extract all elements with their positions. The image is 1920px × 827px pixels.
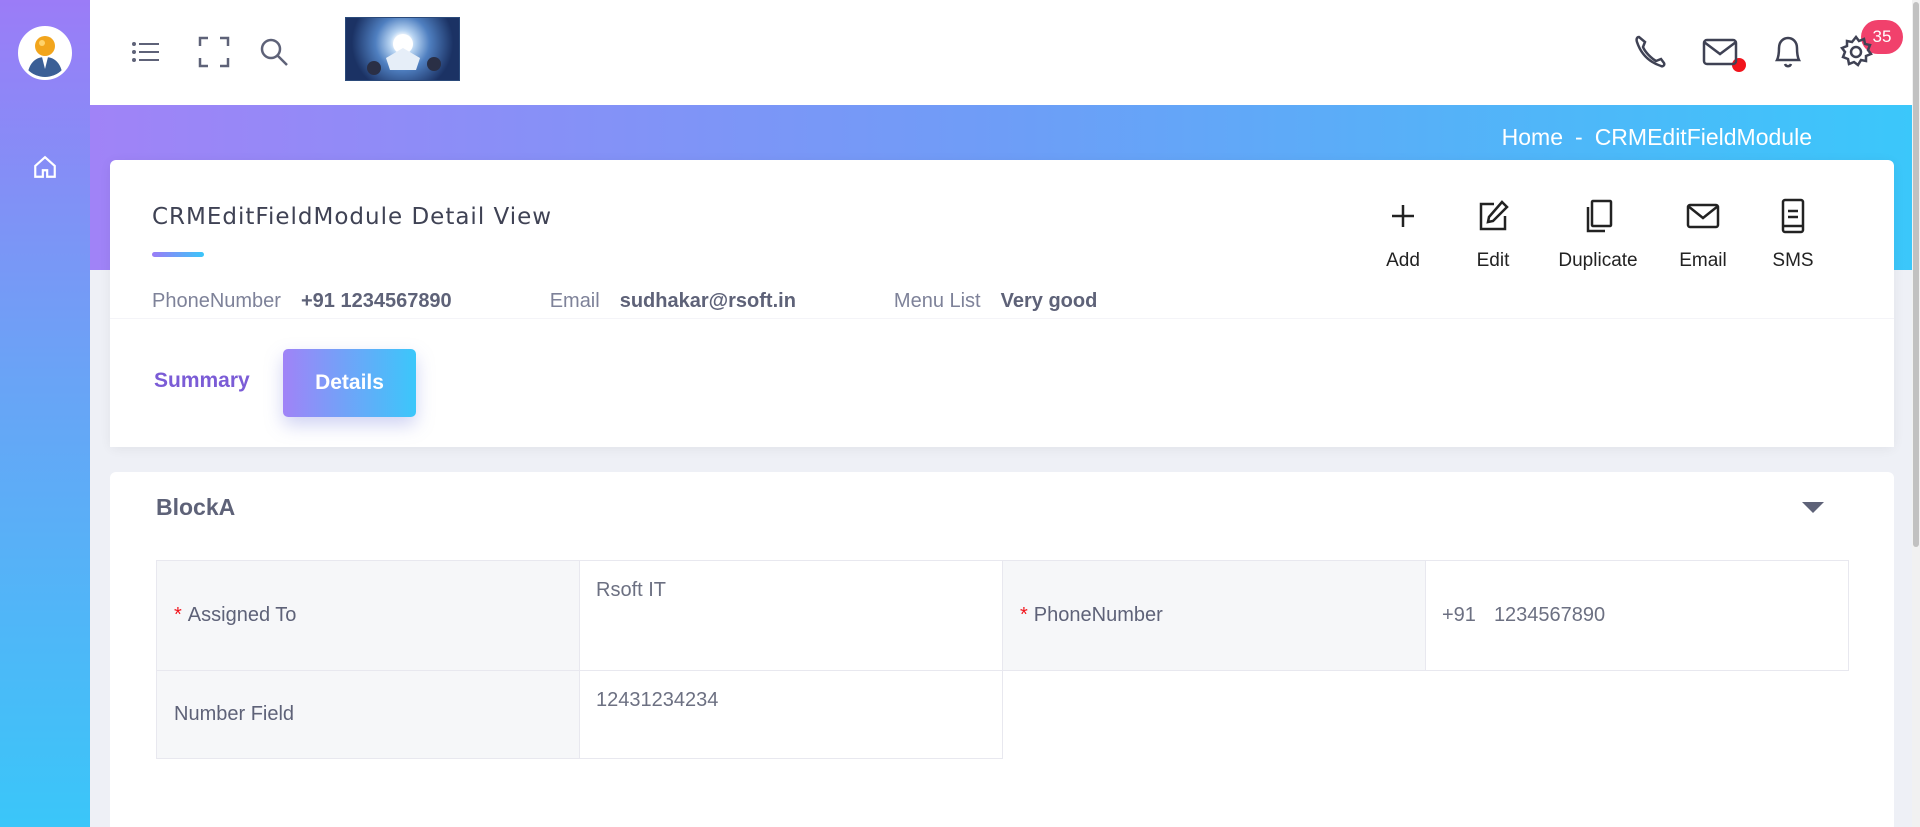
- required-mark: *: [1020, 604, 1028, 626]
- phone-label: PhoneNumber: [1033, 604, 1163, 626]
- add-button[interactable]: Add: [1358, 198, 1448, 272]
- number-field-label: Number Field: [156, 670, 580, 759]
- edit-label: Edit: [1476, 250, 1510, 271]
- phone-value-cell[interactable]: +91 1234567890: [1425, 560, 1849, 671]
- collapse-caret-icon[interactable]: [1802, 502, 1824, 513]
- add-label: Add: [1386, 250, 1420, 271]
- edit-icon: [1476, 198, 1510, 234]
- tab-summary[interactable]: Summary: [154, 369, 250, 393]
- block-title: BlockA: [156, 494, 236, 520]
- edit-button[interactable]: Edit: [1448, 198, 1538, 272]
- duplicate-icon: [1583, 198, 1613, 234]
- phone-icon[interactable]: [1630, 32, 1670, 72]
- tab-bar: Summary Details: [110, 318, 1894, 447]
- summary-menu-list-value: Very good: [1000, 290, 1098, 312]
- breadcrumb-current: CRMEditFieldModule: [1594, 124, 1812, 150]
- breadcrumb-separator: -: [1575, 124, 1583, 150]
- page-title: CRMEditFieldModule Detail View: [152, 204, 553, 230]
- duplicate-button[interactable]: Duplicate: [1538, 198, 1658, 272]
- record-actions: Add Edit Duplicate Email SMS: [1358, 198, 1838, 272]
- table-row: Number Field 12431234234: [156, 670, 1849, 759]
- record-summary-row: PhoneNumber +91 1234567890 Email sudhaka…: [152, 290, 1195, 313]
- block-a-panel: BlockA * Assigned To Rsoft IT * PhoneNumbe…: [110, 472, 1894, 827]
- sms-button[interactable]: SMS: [1748, 198, 1838, 272]
- summary-menu-list-label: Menu List: [893, 290, 981, 312]
- fields-table: * Assigned To Rsoft IT * PhoneNumber +91 12…: [156, 560, 1849, 759]
- record-header-card: CRMEditFieldModule Detail View Add Edit …: [110, 160, 1894, 447]
- search-icon[interactable]: [254, 32, 294, 72]
- duplicate-label: Duplicate: [1558, 250, 1638, 271]
- profile-banner-image: [345, 17, 460, 81]
- home-icon[interactable]: [28, 150, 62, 184]
- summary-email-value: sudhakar@rsoft.in: [619, 290, 796, 312]
- plus-icon: [1389, 198, 1417, 234]
- summary-phone-value: +91 1234567890: [300, 290, 452, 312]
- fullscreen-icon[interactable]: [194, 32, 234, 72]
- phone-number-value: 1234567890: [1493, 604, 1606, 626]
- breadcrumb: Home - CRMEditFieldModule: [1502, 124, 1812, 151]
- scrollbar-thumb[interactable]: [1913, 2, 1919, 547]
- breadcrumb-home-link[interactable]: Home: [1502, 124, 1563, 151]
- phone-label-cell: * PhoneNumber: [1002, 560, 1426, 671]
- assigned-to-value[interactable]: Rsoft IT: [579, 560, 1003, 671]
- page-scrollbar[interactable]: [1912, 0, 1920, 827]
- phone-country-code: +91: [1442, 604, 1476, 626]
- table-row: * Assigned To Rsoft IT * PhoneNumber +91 12…: [156, 560, 1849, 671]
- envelope-icon: [1686, 198, 1720, 234]
- bell-icon[interactable]: [1768, 32, 1808, 72]
- sidebar: [0, 0, 90, 827]
- sms-label: SMS: [1772, 250, 1814, 271]
- user-avatar[interactable]: [18, 26, 72, 80]
- email-label: Email: [1679, 250, 1727, 271]
- summary-menu-list: Menu List Very good: [894, 290, 1097, 313]
- email-button[interactable]: Email: [1658, 198, 1748, 272]
- summary-email: Email sudhakar@rsoft.in: [550, 290, 796, 313]
- empty-cell: [1002, 670, 1849, 759]
- number-field-value[interactable]: 12431234234: [579, 670, 1003, 759]
- menu-list-icon[interactable]: [126, 32, 166, 72]
- settings-gear-icon[interactable]: [1836, 32, 1876, 72]
- tab-details[interactable]: Details: [283, 349, 416, 417]
- assigned-to-label: Assigned To: [187, 604, 297, 626]
- top-bar: 35: [90, 0, 1912, 105]
- summary-email-label: Email: [549, 290, 600, 312]
- assigned-to-label-cell: * Assigned To: [156, 560, 580, 671]
- summary-phone-label: PhoneNumber: [152, 290, 281, 312]
- summary-phone: PhoneNumber +91 1234567890: [152, 290, 452, 313]
- title-underline: [152, 252, 204, 257]
- mail-icon[interactable]: [1700, 32, 1740, 72]
- required-mark: *: [174, 604, 182, 626]
- mobile-phone-icon: [1781, 198, 1805, 234]
